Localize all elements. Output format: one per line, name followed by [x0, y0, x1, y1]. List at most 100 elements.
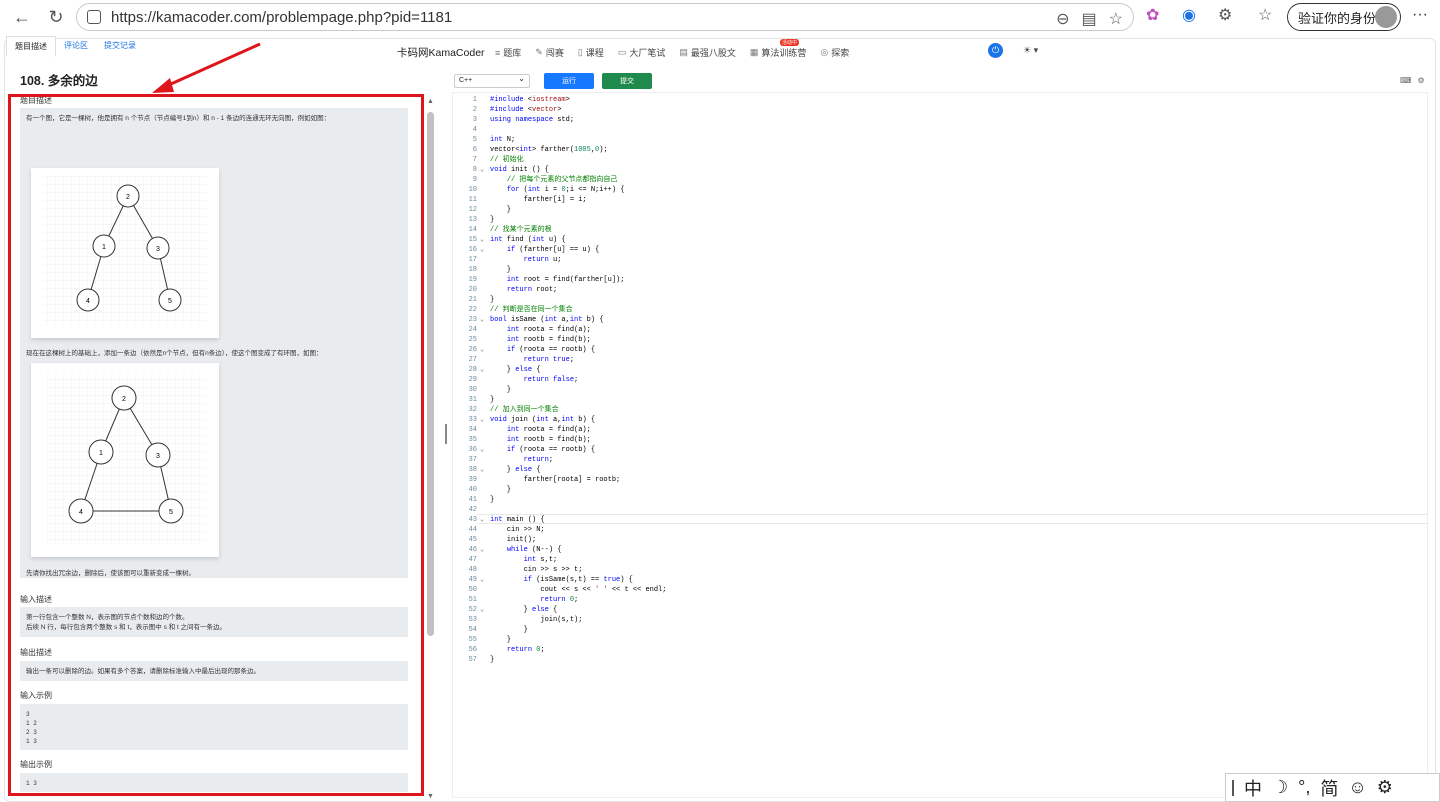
favorite-icon[interactable]: ☆: [1109, 9, 1123, 29]
line-number: 15: [468, 236, 477, 244]
doc-icon: ▤: [679, 47, 688, 57]
pane-splitter[interactable]: [445, 424, 447, 444]
code-editor[interactable]: 1 #include <iostream> 2 #include <vector> 3 u…: [452, 92, 1428, 798]
line-number: 48: [468, 566, 477, 574]
code-line: return true;: [523, 356, 575, 364]
fold-icon[interactable]: ⌄: [480, 465, 484, 475]
code-line: int s,t;: [523, 556, 558, 564]
brand-link[interactable]: 卡码网KamaCoder: [397, 45, 485, 60]
code-line: return;: [523, 456, 554, 464]
ime-mode-icon[interactable]: 中: [1244, 775, 1262, 801]
tab-submissions[interactable]: 提交记录: [96, 36, 144, 57]
fold-icon[interactable]: ⌄: [480, 365, 484, 375]
line-number: 35: [468, 436, 477, 444]
nav-item-0[interactable]: ≡ 题库: [495, 46, 521, 59]
line-number: 14: [468, 226, 477, 234]
line-number: 37: [468, 456, 477, 464]
nav-item-2[interactable]: ▯ 课程: [578, 46, 604, 59]
sample-output-label: 输出示例: [20, 760, 52, 769]
line-number: 31: [468, 396, 477, 404]
line-number: 18: [468, 266, 477, 274]
fold-icon[interactable]: ⌄: [480, 545, 484, 555]
extension-icon[interactable]: ◉: [1182, 5, 1196, 25]
back-icon[interactable]: ←: [8, 3, 36, 31]
line-number: 52: [468, 606, 477, 614]
line-number: 6: [472, 146, 477, 154]
extensions-icon[interactable]: ⚙: [1218, 5, 1232, 25]
tab-comments[interactable]: 评论区: [56, 36, 96, 57]
fold-icon[interactable]: ⌄: [480, 605, 484, 615]
code-line: void join (int a,int b) {: [490, 416, 596, 424]
ime-settings-icon[interactable]: ⚙: [1377, 777, 1393, 798]
tree-diagram: 2 1 3 4 5: [43, 176, 205, 326]
nav-item-1[interactable]: ✎ 闯赛: [535, 46, 564, 59]
scroll-down-icon[interactable]: ▼: [427, 793, 434, 800]
favorites-icon[interactable]: ☆: [1258, 5, 1272, 25]
run-button[interactable]: 运行: [544, 73, 594, 89]
code-icon[interactable]: ⌨: [1400, 76, 1412, 85]
line-number: 27: [468, 356, 477, 364]
code-line: if (roota == rootb) {: [506, 346, 596, 354]
ime-emoji-icon[interactable]: ☺: [1348, 777, 1366, 798]
code-line: // 判断是否在同一个集合: [490, 306, 573, 314]
ime-punct-icon[interactable]: °,: [1298, 777, 1310, 798]
language-select[interactable]: C++: [454, 74, 530, 88]
ime-handle[interactable]: [1232, 779, 1234, 796]
fold-icon[interactable]: ⌄: [480, 445, 484, 455]
tree-figure: 2 1 3 4 5: [31, 168, 219, 338]
code-line: }: [490, 626, 528, 634]
code-line: return 0;: [506, 646, 545, 654]
line-number: 11: [468, 196, 477, 204]
fold-icon[interactable]: ⌄: [480, 315, 484, 325]
line-number: 45: [468, 536, 477, 544]
fold-icon[interactable]: ⌄: [480, 165, 484, 175]
hot-badge: 活动中: [780, 39, 800, 46]
profile-button[interactable]: 验证你的身份: [1287, 3, 1401, 31]
code-line: if (farther[u] == u) {: [506, 246, 600, 254]
ime-moon-icon[interactable]: ☽: [1272, 777, 1288, 798]
code-line: return false;: [523, 376, 579, 384]
reader-icon[interactable]: ▤: [1082, 9, 1097, 29]
line-number: 20: [468, 286, 477, 294]
left-scrollbar-thumb[interactable]: [427, 112, 434, 636]
fold-icon[interactable]: ⌄: [480, 415, 484, 425]
address-bar[interactable]: https://kamacoder.com/problempage.php?pi…: [76, 3, 1134, 31]
nav-item-6[interactable]: ◎ 探索: [820, 46, 849, 59]
current-line-highlight: [477, 514, 1427, 524]
fold-icon[interactable]: ⌄: [480, 515, 484, 525]
zoom-icon[interactable]: ⊖: [1056, 9, 1069, 29]
code-line: } else {: [490, 466, 541, 474]
nav-item-5[interactable]: ▦ 算法训练营: [750, 46, 807, 59]
site-info-icon[interactable]: [87, 10, 101, 24]
line-number: 39: [468, 476, 477, 484]
output-text: 输出一条可以删除的边。如果有多个答案，请删除标准输入中最后出现的那条边。: [26, 668, 260, 675]
ime-simplified-icon[interactable]: 简: [1320, 775, 1338, 801]
tab-description[interactable]: 题目描述: [6, 36, 56, 57]
settings-icon[interactable]: ⚙: [1418, 76, 1425, 85]
nav-item-4[interactable]: ▤ 最强八股文: [679, 46, 736, 59]
list-icon: ≡: [495, 47, 501, 58]
code-line: farther[roota] = rootb;: [490, 476, 621, 484]
code-line: int rootb = find(b);: [506, 436, 591, 444]
theme-icon[interactable]: ☀ ▾: [1023, 45, 1038, 56]
code-line: // 把每个元素的父节点都指向自己: [506, 176, 618, 184]
fold-icon[interactable]: ⌄: [480, 245, 484, 255]
line-number: 32: [468, 406, 477, 414]
line-number: 16: [468, 246, 477, 254]
fold-icon[interactable]: ⌄: [480, 235, 484, 245]
reload-icon[interactable]: ↻: [42, 3, 70, 31]
fold-icon[interactable]: ⌄: [480, 575, 484, 585]
copilot-icon[interactable]: ✿: [1146, 5, 1159, 25]
nav-item-3[interactable]: ▭ 大厂笔试: [618, 46, 666, 59]
fold-icon[interactable]: ⌄: [480, 345, 484, 355]
code-line: int rootb = find(b);: [506, 336, 591, 344]
input-label: 输入描述: [20, 595, 52, 604]
line-number: 19: [468, 276, 477, 284]
line-number: 3: [472, 116, 477, 124]
power-icon[interactable]: ⏻: [988, 43, 1003, 58]
more-icon[interactable]: ···: [1412, 6, 1428, 24]
submit-button[interactable]: 提交: [602, 73, 652, 89]
line-number: 25: [468, 336, 477, 344]
code-line: int find (int u) {: [490, 236, 566, 244]
scroll-up-icon[interactable]: ▲: [427, 98, 434, 105]
